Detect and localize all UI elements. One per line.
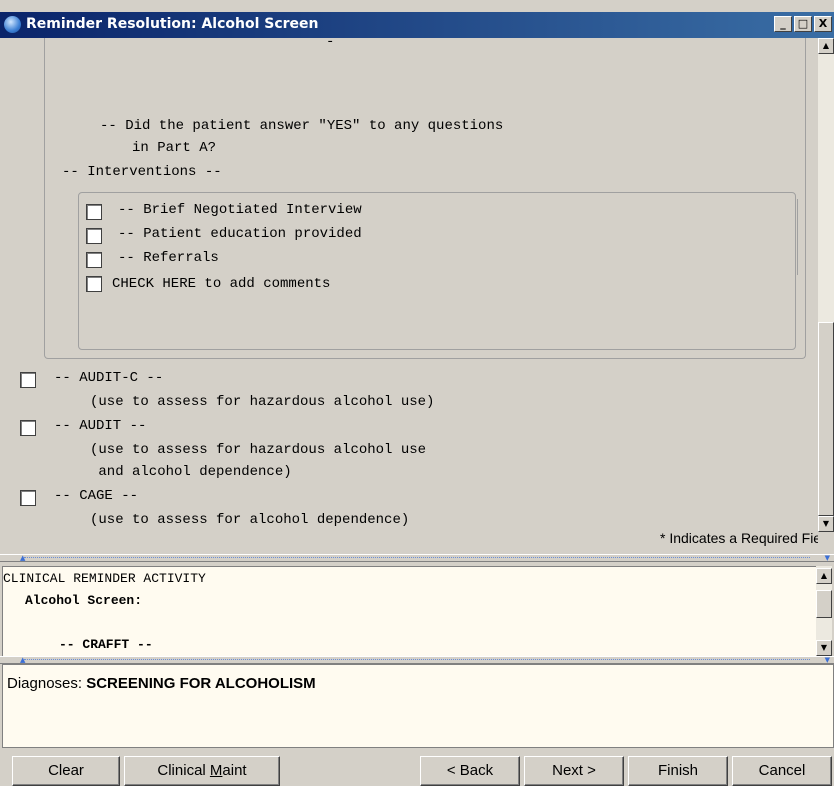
title-bar[interactable]: Reminder Resolution: Alcohol Screen _ □ …	[0, 12, 834, 38]
scroll-thumb[interactable]	[818, 322, 834, 516]
back-button[interactable]: < Back	[420, 756, 520, 786]
intervention-label-referrals: -- Referrals	[118, 250, 219, 266]
intervention-checkbox-bni[interactable]	[86, 204, 102, 220]
audit-title: -- AUDIT --	[54, 418, 147, 434]
dialog-content-pane: - -- Did the patient answer "YES" to any…	[0, 38, 818, 552]
activity-reminder-name: Alcohol Screen:	[25, 593, 143, 608]
clinical-maint-label-pre: Clinical	[157, 762, 210, 779]
minimize-button[interactable]: _	[774, 16, 792, 32]
diagnoses-pane: Diagnoses: SCREENING FOR ALCOHOLISM	[2, 664, 834, 748]
button-bar: Clear Clinical Maint < Back Next > Finis…	[0, 752, 834, 786]
diagnoses-label: Diagnoses:	[7, 675, 83, 692]
intervention-checkbox-referrals[interactable]	[86, 252, 102, 268]
activity-scroll-up-icon[interactable]: ▲	[816, 568, 832, 584]
activity-scroll-down-icon[interactable]: ▼	[816, 640, 832, 656]
cage-checkbox[interactable]	[20, 490, 36, 506]
splitter-top[interactable]: ▲ ▼	[0, 554, 834, 562]
clinical-maint-button[interactable]: Clinical Maint	[124, 756, 280, 786]
question-text-line1: -- Did the patient answer "YES" to any q…	[100, 118, 504, 134]
finish-button[interactable]: Finish	[628, 756, 728, 786]
question-text-line2: in Part A?	[132, 140, 217, 156]
activity-scroll-thumb[interactable]	[816, 590, 832, 618]
audit-c-title: -- AUDIT-C --	[54, 370, 164, 386]
required-field-note: * Indicates a Required Field	[660, 530, 818, 546]
splitter-down-icon: ▼	[824, 554, 830, 562]
audit-c-checkbox[interactable]	[20, 372, 36, 388]
audit-checkbox[interactable]	[20, 420, 36, 436]
activity-scrollbar[interactable]: ▲ ▼	[816, 566, 832, 658]
comments-label: CHECK HERE to add comments	[112, 276, 331, 292]
splitter-bottom[interactable]: ▲ ▼	[0, 656, 834, 664]
splitter2-grip	[24, 659, 810, 661]
app-icon	[4, 16, 21, 33]
audit-desc-line1: (use to assess for hazardous alcohol use	[90, 442, 427, 458]
diagnoses-value: SCREENING FOR ALCOHOLISM	[86, 675, 316, 692]
cage-desc: (use to assess for alcohol dependence)	[90, 512, 410, 528]
close-button[interactable]: X	[814, 16, 832, 32]
scroll-up-arrow-icon[interactable]: ▲	[818, 38, 834, 54]
next-button[interactable]: Next >	[524, 756, 624, 786]
diagnoses-line: Diagnoses: SCREENING FOR ALCOHOLISM	[7, 675, 316, 692]
clinical-maint-label-accel: M	[209, 762, 223, 779]
intervention-label-bni: -- Brief Negotiated Interview	[118, 202, 362, 218]
splitter-grip	[24, 557, 810, 559]
activity-crafft: -- CRAFFT --	[59, 637, 153, 652]
maximize-button[interactable]: □	[794, 16, 812, 32]
interventions-header: -- Interventions --	[62, 164, 222, 180]
activity-pane[interactable]: CLINICAL REMINDER ACTIVITY Alcohol Scree…	[2, 566, 818, 658]
intervention-checkbox-education[interactable]	[86, 228, 102, 244]
interventions-divider	[797, 199, 798, 275]
activity-heading: CLINICAL REMINDER ACTIVITY	[3, 571, 206, 586]
dialog-scrollbar[interactable]: ▲ ▼	[818, 38, 834, 532]
comments-checkbox[interactable]	[86, 276, 102, 292]
intervention-label-education: -- Patient education provided	[118, 226, 362, 242]
window-title: Reminder Resolution: Alcohol Screen	[26, 16, 319, 32]
cage-title: -- CAGE --	[54, 488, 139, 504]
clear-button[interactable]: Clear	[12, 756, 120, 786]
top-fragment: -	[326, 38, 335, 50]
cancel-button[interactable]: Cancel	[732, 756, 832, 786]
reminder-resolution-window: Reminder Resolution: Alcohol Screen _ □ …	[0, 0, 834, 786]
clinical-maint-label-post: aint	[222, 762, 247, 779]
splitter2-down-icon: ▼	[824, 656, 830, 664]
scroll-down-arrow-icon[interactable]: ▼	[818, 516, 834, 532]
audit-desc-line2: and alcohol dependence)	[90, 464, 292, 480]
audit-c-desc: (use to assess for hazardous alcohol use…	[90, 394, 435, 410]
